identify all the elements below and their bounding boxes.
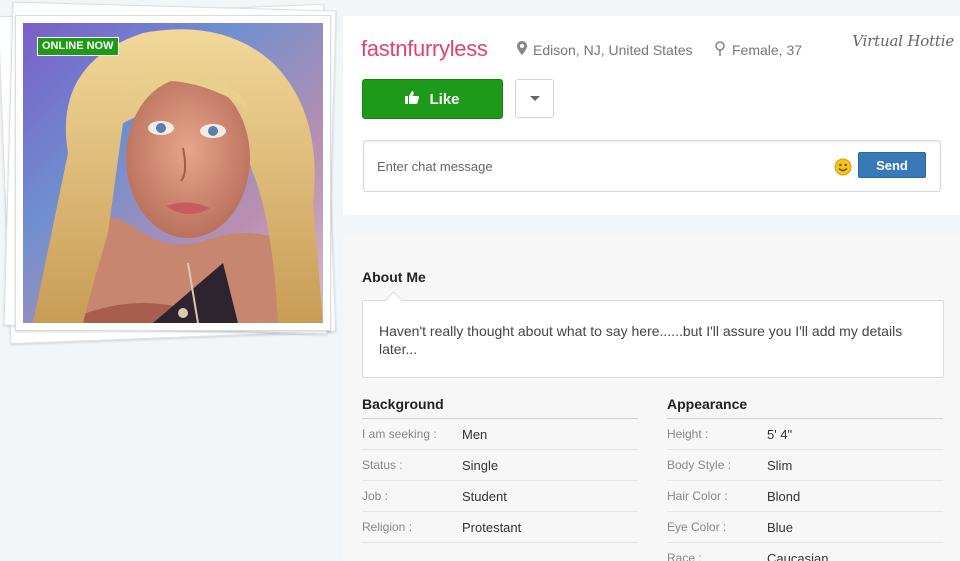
info-label: Religion :	[362, 520, 413, 534]
profile-gender-age: Female, 37	[714, 41, 802, 59]
about-me-text: Haven't really thought about what to say…	[379, 323, 903, 357]
thumbs-up-icon	[405, 90, 420, 108]
info-value: Slim	[767, 457, 793, 473]
brand-logo: Virtual Hottie	[852, 32, 954, 50]
info-value: Blond	[767, 488, 801, 504]
info-row: Religion : Protestant	[362, 512, 638, 543]
info-label: I am seeking :	[362, 427, 437, 441]
gender-icon	[714, 41, 726, 59]
send-button[interactable]: Send	[858, 152, 926, 178]
profile-header: fastnfurryless Edison, NJ, United States…	[343, 16, 960, 215]
info-label: Status :	[362, 458, 403, 472]
info-row: Status : Single	[362, 450, 638, 481]
info-value: Student	[462, 488, 507, 504]
info-row: Height : 5' 4"	[667, 419, 943, 450]
profile-username[interactable]: fastnfurryless	[361, 36, 488, 62]
more-options-button[interactable]	[515, 79, 554, 118]
appearance-title: Appearance	[667, 396, 943, 419]
info-label: Race :	[667, 551, 702, 561]
info-label: Job :	[362, 489, 389, 503]
background-section: Background I am seeking : Men Status : S…	[362, 396, 638, 543]
chevron-down-icon	[529, 96, 540, 101]
info-row: Body Style : Slim	[667, 450, 943, 481]
info-row: I am seeking : Men	[362, 419, 638, 450]
map-pin-icon	[517, 41, 527, 58]
about-me-title: About Me	[362, 269, 426, 285]
info-label: Height :	[667, 427, 709, 441]
about-me-box: Haven't really thought about what to say…	[362, 300, 944, 378]
info-label: Body Style :	[667, 458, 732, 472]
profile-photo-image	[23, 23, 323, 323]
gender-age-text: Female, 37	[732, 42, 803, 58]
info-row: Eye Color : Blue	[667, 512, 943, 543]
smiley-icon[interactable]	[834, 158, 852, 176]
info-value: Blue	[767, 519, 794, 535]
profile-photo-stack: ONLINE NOW	[0, 0, 340, 345]
info-label: Hair Color :	[667, 489, 728, 503]
info-row: Race : Caucasian	[667, 543, 943, 561]
info-row: Job : Student	[362, 481, 638, 512]
background-title: Background	[362, 396, 638, 419]
profile-location: Edison, NJ, United States	[517, 41, 693, 58]
info-value: Protestant	[462, 519, 522, 535]
chat-box: Send	[363, 140, 941, 192]
profile-photo[interactable]: ONLINE NOW	[23, 23, 323, 323]
info-label: Eye Color :	[667, 520, 727, 534]
appearance-section: Appearance Height : 5' 4" Body Style : S…	[667, 396, 943, 561]
chat-message-input[interactable]	[370, 147, 820, 185]
location-text: Edison, NJ, United States	[533, 41, 693, 58]
info-row: Hair Color : Blond	[667, 481, 943, 512]
info-value: Caucasian	[767, 550, 829, 561]
like-button-label: Like	[429, 90, 460, 108]
profile-details: About Me Haven't really thought about wh…	[343, 236, 960, 561]
info-value: Men	[462, 426, 488, 442]
info-value: 5' 4"	[767, 426, 793, 442]
online-now-badge: ONLINE NOW	[37, 37, 119, 56]
like-button[interactable]: Like	[362, 79, 503, 119]
info-value: Single	[462, 457, 499, 473]
photo-frame[interactable]: ONLINE NOW	[15, 15, 331, 331]
